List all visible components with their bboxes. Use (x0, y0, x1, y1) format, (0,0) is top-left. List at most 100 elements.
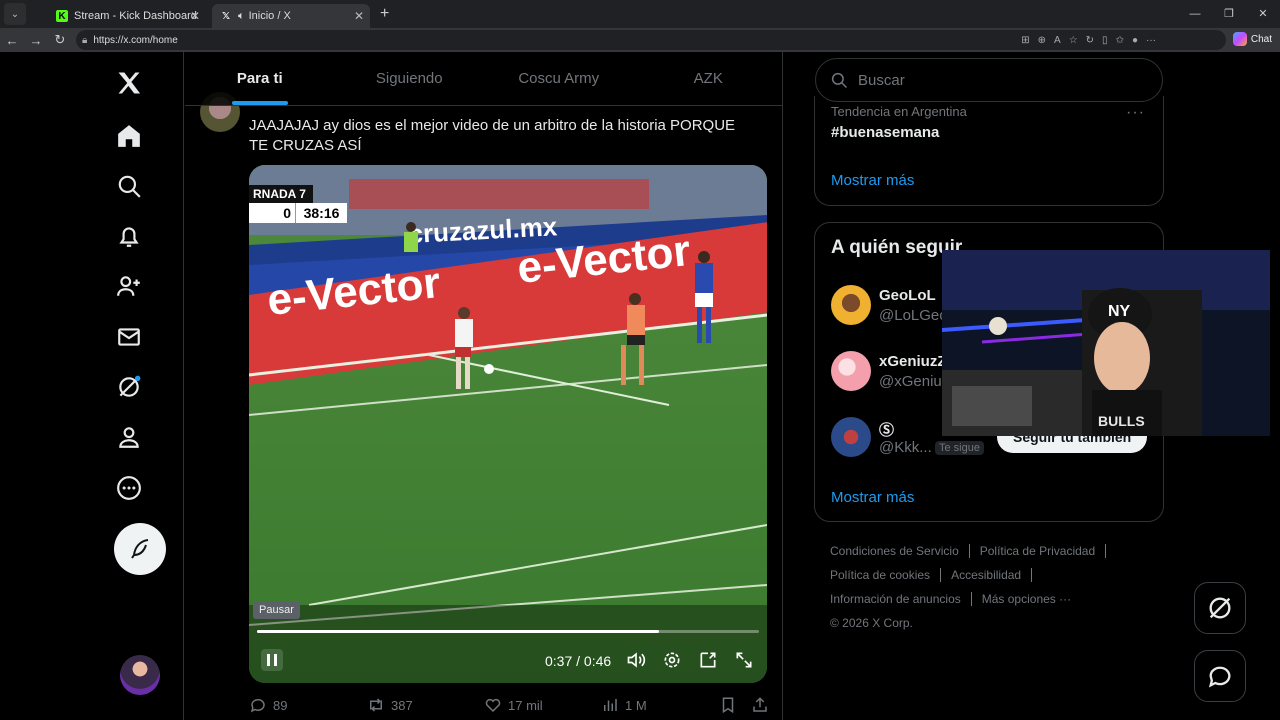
url-field[interactable]: 🔒︎ https://x.com/home ⊞ ⊕ A ☆ ↻ ▯ ✩ ● ··… (76, 30, 1226, 50)
messages-icon[interactable] (112, 320, 146, 354)
kick-icon: K (56, 10, 68, 22)
heart-icon (485, 698, 501, 713)
reply-button[interactable]: 89 (249, 696, 287, 714)
video-controls: 0:37 / 0:46 (249, 635, 767, 683)
grok-icon (1209, 597, 1231, 619)
fullscreen-icon[interactable] (733, 649, 755, 671)
views-count: 1 M (625, 697, 647, 713)
scoreboard-score: 0 (249, 203, 295, 223)
browser-tab-kick[interactable]: K Stream - Kick Dashboard ✕ (48, 4, 206, 28)
suggestion-handle: @LoLGeo (879, 307, 948, 324)
split-screen-icon[interactable]: ▯ (1102, 35, 1108, 46)
share-icon (753, 697, 767, 712)
tab-siguiendo[interactable]: Siguiendo (335, 52, 485, 105)
compose-post-button[interactable] (114, 523, 166, 575)
avatar[interactable] (831, 417, 871, 457)
reload-icon[interactable]: ↻ (48, 32, 72, 48)
pause-button[interactable] (261, 649, 283, 671)
trend-meta: Tendencia en Argentina (831, 104, 967, 119)
footer-link-terms[interactable]: Condiciones de Servicio (830, 544, 970, 558)
back-icon[interactable]: ← (0, 33, 24, 48)
maximize-icon[interactable]: ❐ (1212, 0, 1246, 28)
video-progress-fill (257, 630, 659, 633)
video-progress-bar[interactable] (257, 630, 759, 633)
forward-icon[interactable]: → (24, 33, 48, 48)
close-window-icon[interactable]: ✕ (1246, 0, 1280, 28)
tab-menu-button[interactable]: ⌄ (4, 3, 26, 25)
favorite-icon[interactable]: ☆ (1069, 35, 1078, 46)
repost-button[interactable]: 387 (367, 696, 413, 714)
settings-icon[interactable] (661, 649, 683, 671)
suggestion-name[interactable]: Ⓢ (879, 419, 894, 440)
close-icon[interactable]: ✕ (190, 9, 200, 23)
post-actions: 89 387 17 mil 1 M (249, 696, 779, 718)
picture-in-picture-icon[interactable] (697, 649, 719, 671)
x-logo-icon[interactable] (112, 66, 146, 100)
profile-avatar-icon[interactable]: ● (1132, 35, 1138, 46)
trends-panel: Tendencia en Argentina #buenasemana ··· … (814, 96, 1164, 206)
pause-tooltip: Pausar (253, 601, 300, 619)
repost-icon (370, 698, 382, 712)
search-field[interactable]: Buscar (815, 58, 1163, 102)
footer-link-accessibility[interactable]: Accesibilidad (951, 568, 1033, 582)
trends-show-more[interactable]: Mostrar más (831, 172, 914, 189)
share-button[interactable] (751, 696, 769, 714)
refresh-ext-icon[interactable]: ↻ (1086, 35, 1094, 46)
favorites-icon[interactable]: ✩ (1116, 35, 1124, 46)
notifications-icon[interactable] (112, 219, 146, 253)
apps-icon[interactable]: ⊞ (1021, 35, 1029, 46)
chat-bubble-icon (1208, 666, 1231, 688)
views-button[interactable]: 1 M (601, 696, 647, 714)
volume-icon[interactable] (625, 649, 647, 671)
post-video[interactable]: cruzazul.mx e-Vector e-Vector RNADA 7 0 … (249, 165, 767, 683)
search-icon[interactable] (112, 169, 146, 203)
more-icon[interactable] (112, 471, 146, 505)
browser-tab-bar: ⌄ K Stream - Kick Dashboard ✕ 𝕏 🔈︎ Inici… (0, 0, 1280, 28)
browser-tab-x[interactable]: 𝕏 🔈︎ Inicio / X ✕ (212, 4, 370, 28)
read-aloud-icon[interactable]: A (1054, 35, 1061, 46)
post-text: JAAJAJAJ ay dios es el mejor video de un… (249, 117, 736, 154)
menu-dots-icon[interactable]: ··· (1146, 35, 1156, 46)
footer-link-cookies[interactable]: Política de cookies (830, 568, 942, 582)
trend-name[interactable]: #buenasemana (831, 124, 939, 141)
copilot-icon (1232, 32, 1247, 46)
zoom-icon[interactable]: ⊕ (1038, 35, 1046, 46)
minimize-icon[interactable]: — (1178, 0, 1212, 28)
close-icon[interactable]: ✕ (354, 9, 364, 23)
messages-floating-button[interactable] (1194, 650, 1246, 702)
home-icon[interactable] (112, 119, 146, 153)
avatar[interactable] (831, 351, 871, 391)
who-to-follow-show-more[interactable]: Mostrar más (831, 489, 914, 506)
bookmark-button[interactable] (719, 696, 737, 714)
lock-icon[interactable]: 🔒︎ (82, 35, 87, 46)
footer-link-ads-info[interactable]: Información de anuncios (830, 592, 972, 606)
address-bar-row: ← → ↻ 🔒︎ https://x.com/home ⊞ ⊕ A ☆ ↻ ▯ … (0, 28, 1280, 52)
new-tab-button[interactable]: + (380, 5, 389, 23)
footer-link-more[interactable]: Más opciones ··· (982, 592, 1081, 606)
svg-text:BULLS: BULLS (1098, 413, 1145, 429)
footer-links: Condiciones de Servicio Política de Priv… (830, 544, 1170, 640)
suggestion-name[interactable]: GeoLoL (879, 287, 936, 304)
search-icon (831, 72, 848, 89)
grok-floating-button[interactable] (1194, 582, 1246, 634)
trend-more-icon[interactable]: ··· (1126, 104, 1145, 122)
left-nav (0, 52, 184, 720)
footer-link-privacy[interactable]: Política de Privacidad (980, 544, 1107, 558)
like-button[interactable]: 17 mil (484, 696, 543, 714)
follow-icon[interactable] (112, 269, 146, 303)
player-background (404, 222, 418, 252)
profile-icon[interactable] (112, 420, 146, 454)
scoreboard: RNADA 7 0 38:16 (249, 185, 347, 223)
views-icon (604, 699, 617, 711)
tab-azk[interactable]: AZK (634, 52, 783, 105)
omnibox-icons: ⊞ ⊕ A ☆ ↻ ▯ ✩ ● ··· (1021, 35, 1156, 46)
tab-title: Stream - Kick Dashboard (74, 10, 197, 22)
tab-para-ti[interactable]: Para ti (185, 52, 335, 105)
avatar[interactable] (831, 285, 871, 325)
grok-icon[interactable] (112, 370, 146, 404)
account-avatar[interactable] (120, 655, 160, 695)
suggestion-name[interactable]: xGeniuzZ (879, 353, 947, 370)
copilot-chat-button[interactable]: Chat (1232, 32, 1272, 46)
tab-coscu-army[interactable]: Coscu Army (484, 52, 634, 105)
speaker-icon[interactable]: 🔈︎ (238, 10, 245, 23)
